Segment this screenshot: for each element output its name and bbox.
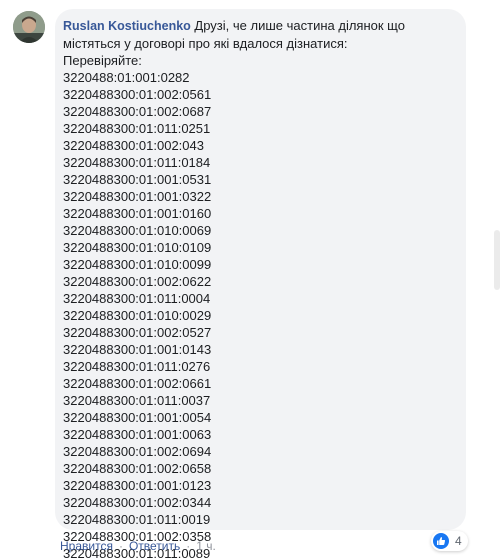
reaction-count: 4 xyxy=(455,534,462,548)
parcel-number: 3220488300:01:002:0622 xyxy=(63,274,212,289)
parcel-number: 3220488300:01:002:0687 xyxy=(63,104,212,119)
like-link[interactable]: Нравится xyxy=(60,539,113,553)
parcel-number: 3220488300:01:011:0004 xyxy=(63,291,211,306)
reply-link[interactable]: Ответить xyxy=(129,539,180,553)
avatar-photo-icon xyxy=(13,11,45,43)
parcel-number: 3220488300:01:001:0322 xyxy=(63,189,212,204)
author-name-link[interactable]: Ruslan Kostiuchenko xyxy=(63,19,191,33)
parcel-number: 3220488300:01:001:0531 xyxy=(63,172,212,187)
comment-bubble: Ruslan Kostiuchenko Друзі, че лише части… xyxy=(55,9,466,558)
parcel-number: 3220488300:01:010:0069 xyxy=(63,223,212,238)
parcel-number: 3220488300:01:011:0019 xyxy=(63,512,211,527)
parcel-number: 3220488300:01:011:0184 xyxy=(63,155,211,170)
comment-actions: Нравится · Ответить · 1 ч. xyxy=(60,539,216,553)
parcel-number: 3220488300:01:011:0037 xyxy=(63,393,211,408)
check-label: Перевіряйте: xyxy=(63,53,142,68)
parcel-number-list: 3220488:01:001:0282 3220488300:01:002:056… xyxy=(63,69,458,558)
parcel-number: 3220488300:01:002:043 xyxy=(63,138,204,153)
parcel-number: 3220488300:01:010:0099 xyxy=(63,257,212,272)
parcel-number: 3220488300:01:002:0561 xyxy=(63,87,212,102)
parcel-number: 3220488300:01:001:0160 xyxy=(63,206,212,221)
parcel-number: 3220488300:01:010:0029 xyxy=(63,308,212,323)
author-avatar[interactable] xyxy=(13,11,45,43)
parcel-number: 3220488300:01:002:0527 xyxy=(63,325,212,340)
parcel-number: 3220488:01:001:0282 xyxy=(63,70,190,85)
comment-timestamp[interactable]: 1 ч. xyxy=(196,539,216,553)
parcel-number: 3220488300:01:001:0123 xyxy=(63,478,212,493)
parcel-number: 3220488300:01:002:0694 xyxy=(63,444,212,459)
comment-thread: Ruslan Kostiuchenko Друзі, че лише части… xyxy=(0,0,502,558)
parcel-number: 3220488300:01:002:0658 xyxy=(63,461,212,476)
parcel-number: 3220488300:01:001:0143 xyxy=(63,342,212,357)
separator-dot: · xyxy=(118,539,123,553)
parcel-number: 3220488300:01:010:0109 xyxy=(63,240,212,255)
scrollbar-thumb[interactable] xyxy=(494,230,500,290)
parcel-number: 3220488300:01:011:0251 xyxy=(63,121,211,136)
scrollbar[interactable] xyxy=(490,230,502,290)
parcel-number: 3220488300:01:001:0054 xyxy=(63,410,212,425)
parcel-number: 3220488300:01:002:0661 xyxy=(63,376,212,391)
parcel-number: 3220488300:01:011:0276 xyxy=(63,359,211,374)
separator-dot: · xyxy=(186,539,191,553)
reactions-badge[interactable]: 4 xyxy=(431,531,468,551)
parcel-number: 3220488300:01:002:0344 xyxy=(63,495,212,510)
like-icon xyxy=(433,533,449,549)
parcel-number: 3220488300:01:001:0063 xyxy=(63,427,212,442)
comment-body: Ruslan Kostiuchenko Друзі, че лише части… xyxy=(63,17,458,558)
